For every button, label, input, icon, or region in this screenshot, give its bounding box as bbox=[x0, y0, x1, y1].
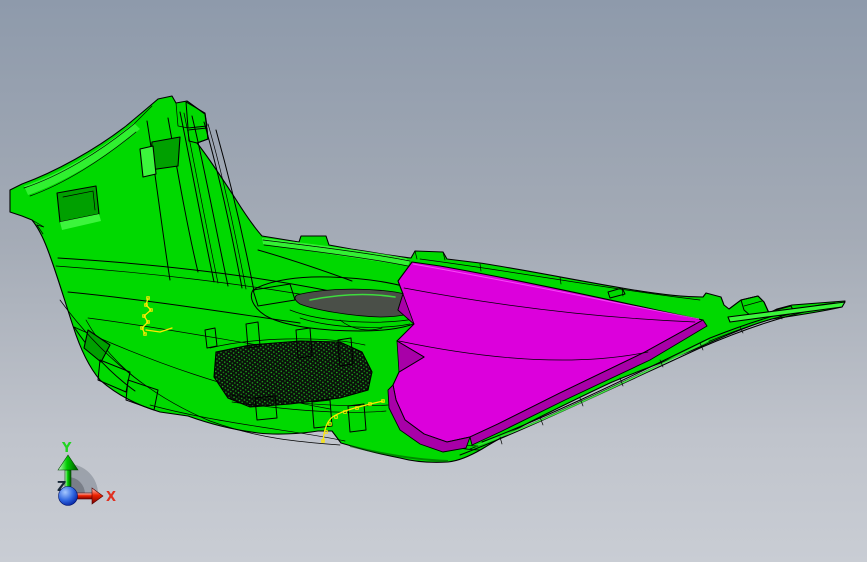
cad-viewport[interactable]: Z Y X bbox=[0, 0, 867, 562]
z-axis-sphere bbox=[58, 486, 78, 506]
axis-label-y: Y bbox=[61, 441, 72, 456]
axis-label-x: X bbox=[106, 490, 116, 505]
cad-canvas[interactable]: Z Y X bbox=[0, 0, 867, 562]
